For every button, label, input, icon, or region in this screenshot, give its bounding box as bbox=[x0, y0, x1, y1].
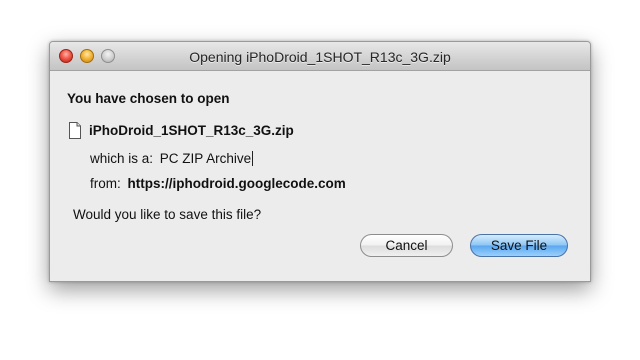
file-source-line: from: https://iphodroid.googlecode.com bbox=[90, 176, 346, 191]
save-question: Would you like to save this file? bbox=[73, 207, 262, 222]
file-name: iPhoDroid_1SHOT_R13c_3G.zip bbox=[89, 123, 294, 138]
file-type-label: which is a: bbox=[90, 151, 154, 166]
dialog-heading: You have chosen to open bbox=[67, 91, 230, 106]
file-source-label: from: bbox=[90, 176, 121, 191]
save-file-button[interactable]: Save File bbox=[470, 234, 568, 257]
title-bar[interactable]: Opening iPhoDroid_1SHOT_R13c_3G.zip bbox=[50, 42, 590, 71]
document-icon bbox=[69, 122, 81, 139]
file-type-line: which is a: PC ZIP Archive bbox=[90, 151, 254, 166]
file-type-value: PC ZIP Archive bbox=[159, 151, 254, 166]
opening-file-dialog: Opening iPhoDroid_1SHOT_R13c_3G.zip You … bbox=[49, 41, 591, 282]
file-source-value: https://iphodroid.googlecode.com bbox=[127, 176, 346, 191]
cancel-button[interactable]: Cancel bbox=[360, 234, 453, 257]
window-title: Opening iPhoDroid_1SHOT_R13c_3G.zip bbox=[189, 49, 451, 65]
dialog-content: You have chosen to open iPhoDroid_1SHOT_… bbox=[50, 71, 590, 281]
